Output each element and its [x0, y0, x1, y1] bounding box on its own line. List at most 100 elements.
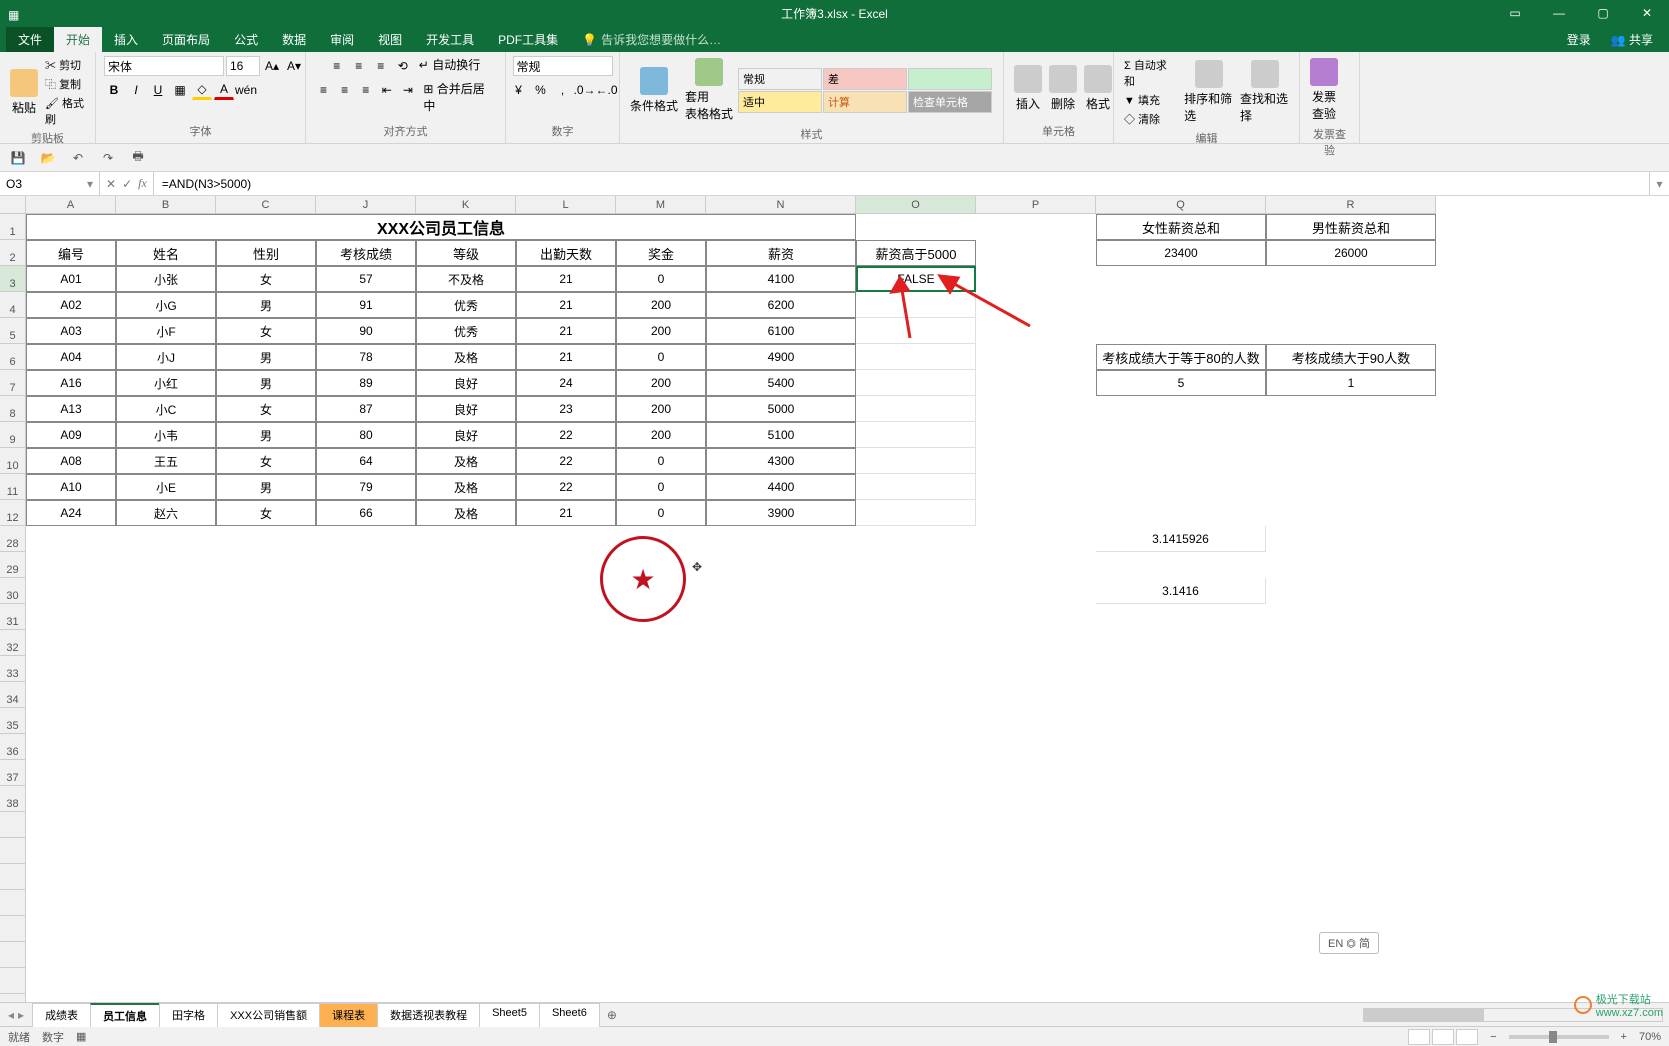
- col-header-Q[interactable]: Q: [1096, 196, 1266, 214]
- tab-developer[interactable]: 开发工具: [414, 27, 486, 52]
- cell[interactable]: 男性薪资总和: [1266, 214, 1436, 240]
- col-header-L[interactable]: L: [516, 196, 616, 214]
- percent-icon[interactable]: %: [531, 80, 551, 100]
- cell[interactable]: 4900: [706, 344, 856, 370]
- cell[interactable]: A13: [26, 396, 116, 422]
- sheet-tab[interactable]: 课程表: [319, 1003, 378, 1027]
- cell[interactable]: 考核成绩大于90人数: [1266, 344, 1436, 370]
- cell[interactable]: 女: [216, 448, 316, 474]
- cell[interactable]: 66: [316, 500, 416, 526]
- cell[interactable]: 男: [216, 370, 316, 396]
- cut-button[interactable]: ✂ 剪切: [43, 56, 87, 74]
- format-painter-button[interactable]: 🖌 格式刷: [43, 94, 87, 128]
- tab-pagelayout[interactable]: 页面布局: [150, 27, 222, 52]
- row-header-36[interactable]: 36: [0, 734, 26, 760]
- sheet-tab[interactable]: 成绩表: [32, 1003, 91, 1027]
- cell[interactable]: 良好: [416, 422, 516, 448]
- style-check[interactable]: 检查单元格: [908, 91, 992, 113]
- sheet-tab[interactable]: Sheet5: [479, 1003, 540, 1027]
- cell[interactable]: XXX公司员工信息: [26, 214, 856, 240]
- cell[interactable]: 0: [616, 500, 706, 526]
- cell[interactable]: 78: [316, 344, 416, 370]
- cell[interactable]: 性别: [216, 240, 316, 266]
- cell[interactable]: 女: [216, 396, 316, 422]
- cell[interactable]: A04: [26, 344, 116, 370]
- row-header-31[interactable]: 31: [0, 604, 26, 630]
- cell[interactable]: 小红: [116, 370, 216, 396]
- cell[interactable]: 小韦: [116, 422, 216, 448]
- company-seal-stamp[interactable]: ★: [600, 536, 686, 622]
- row-header-34[interactable]: 34: [0, 682, 26, 708]
- cell[interactable]: 小E: [116, 474, 216, 500]
- cell[interactable]: [856, 422, 976, 448]
- cell[interactable]: 男: [216, 292, 316, 318]
- cell[interactable]: 男: [216, 344, 316, 370]
- cell[interactable]: A09: [26, 422, 116, 448]
- cell[interactable]: 57: [316, 266, 416, 292]
- cell[interactable]: 赵六: [116, 500, 216, 526]
- cell[interactable]: 考核成绩: [316, 240, 416, 266]
- fill-button[interactable]: ▼ 填充: [1122, 91, 1179, 109]
- row-header-29[interactable]: 29: [0, 552, 26, 578]
- cell[interactable]: A24: [26, 500, 116, 526]
- tab-data[interactable]: 数据: [270, 27, 318, 52]
- conditional-format-button[interactable]: 条件格式: [628, 65, 680, 116]
- row-header-5[interactable]: 5: [0, 318, 26, 344]
- cell[interactable]: 4400: [706, 474, 856, 500]
- cell[interactable]: 考核成绩大于等于80的人数: [1096, 344, 1266, 370]
- cell[interactable]: [856, 448, 976, 474]
- cell[interactable]: 0: [616, 344, 706, 370]
- copy-button[interactable]: ⿻ 复制: [43, 75, 87, 93]
- cell[interactable]: 3.1416: [1096, 578, 1266, 604]
- cell[interactable]: 90: [316, 318, 416, 344]
- cell[interactable]: 1: [1266, 370, 1436, 396]
- cell[interactable]: A08: [26, 448, 116, 474]
- row-header-3[interactable]: 3: [0, 266, 26, 292]
- cell[interactable]: 女性薪资总和: [1096, 214, 1266, 240]
- dec-decimal-icon[interactable]: ←.0: [597, 80, 617, 100]
- undo-icon[interactable]: ↶: [68, 148, 88, 168]
- cell[interactable]: 22: [516, 448, 616, 474]
- cell[interactable]: 4300: [706, 448, 856, 474]
- tab-insert[interactable]: 插入: [102, 27, 150, 52]
- tab-formulas[interactable]: 公式: [222, 27, 270, 52]
- align-bottom-icon[interactable]: ≡: [371, 56, 391, 76]
- italic-button[interactable]: I: [126, 80, 146, 100]
- cell[interactable]: 5100: [706, 422, 856, 448]
- cell[interactable]: 5000: [706, 396, 856, 422]
- col-header-P[interactable]: P: [976, 196, 1096, 214]
- row-header-1[interactable]: 1: [0, 214, 26, 240]
- worksheet-grid[interactable]: ABCJKLMNOPQR 123456789101112282930313233…: [0, 196, 1669, 1002]
- clear-button[interactable]: ◇ 清除: [1122, 110, 1179, 128]
- cell[interactable]: 小G: [116, 292, 216, 318]
- cell[interactable]: 良好: [416, 370, 516, 396]
- align-top-icon[interactable]: ≡: [327, 56, 347, 76]
- cell[interactable]: 及格: [416, 448, 516, 474]
- decrease-font-icon[interactable]: A▾: [284, 56, 304, 76]
- cell[interactable]: [856, 396, 976, 422]
- sheet-tab[interactable]: 员工信息: [90, 1003, 160, 1027]
- row-header-30[interactable]: 30: [0, 578, 26, 604]
- cell[interactable]: 小C: [116, 396, 216, 422]
- cell[interactable]: 22: [516, 474, 616, 500]
- cancel-formula-icon[interactable]: ✕: [106, 177, 116, 191]
- cell[interactable]: 200: [616, 396, 706, 422]
- login-button[interactable]: 登录: [1557, 27, 1601, 52]
- fill-color-button[interactable]: ◇: [192, 80, 212, 100]
- col-header-C[interactable]: C: [216, 196, 316, 214]
- cell[interactable]: 等级: [416, 240, 516, 266]
- cell[interactable]: 及格: [416, 500, 516, 526]
- cell[interactable]: A02: [26, 292, 116, 318]
- cell[interactable]: 5400: [706, 370, 856, 396]
- invoice-check-button[interactable]: 发票 查验: [1308, 56, 1340, 124]
- sort-filter-button[interactable]: 排序和筛选: [1182, 58, 1235, 126]
- cell[interactable]: [856, 370, 976, 396]
- cell[interactable]: 小张: [116, 266, 216, 292]
- cell[interactable]: 及格: [416, 344, 516, 370]
- cell[interactable]: 200: [616, 422, 706, 448]
- cell[interactable]: 小J: [116, 344, 216, 370]
- row-header-4[interactable]: 4: [0, 292, 26, 318]
- bold-button[interactable]: B: [104, 80, 124, 100]
- cell[interactable]: 4100: [706, 266, 856, 292]
- cell[interactable]: 21: [516, 292, 616, 318]
